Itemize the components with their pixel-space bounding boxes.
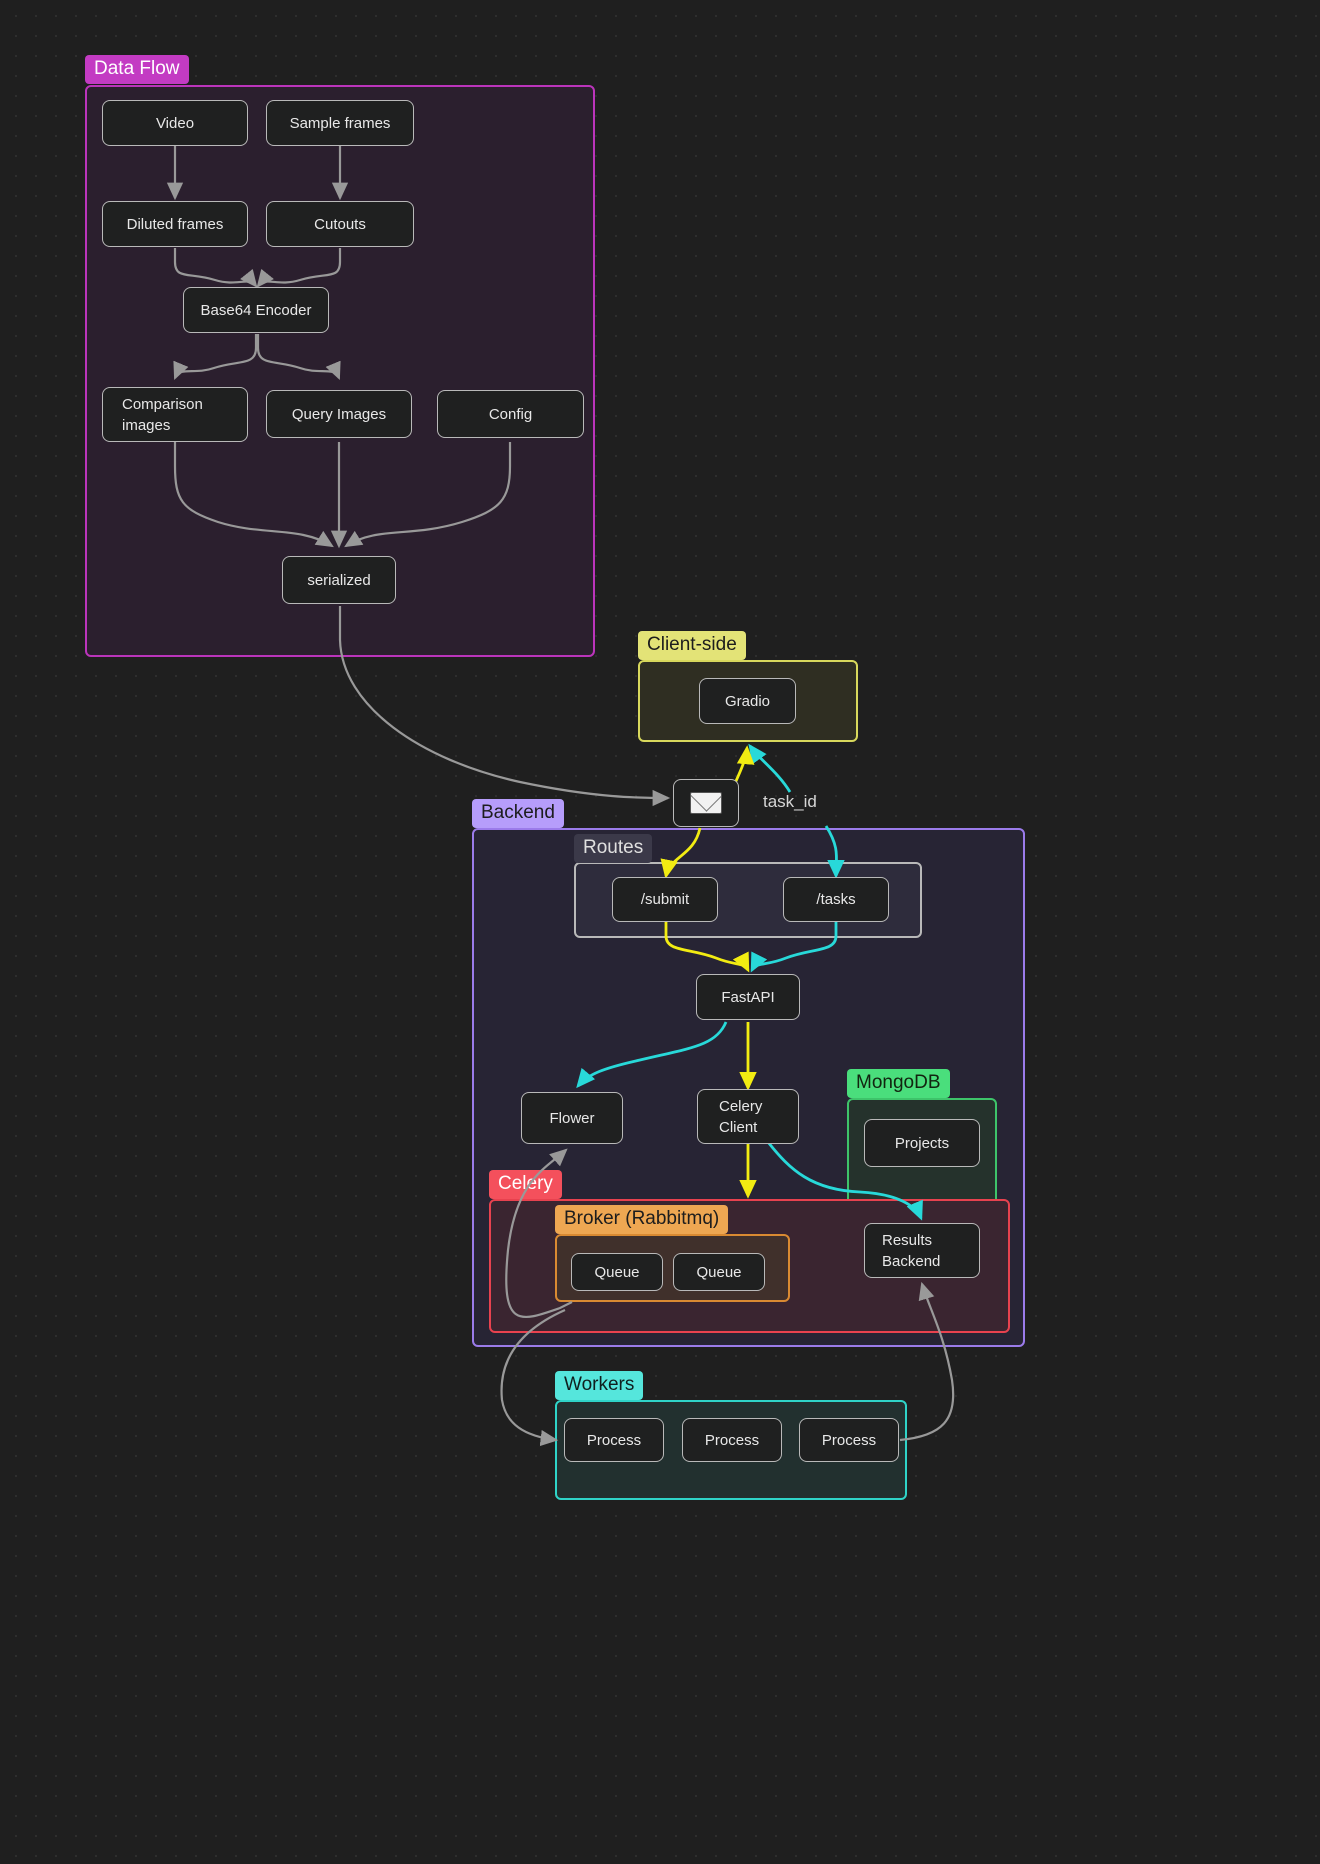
node-sample-frames[interactable]: Sample frames [266, 100, 414, 146]
node-projects[interactable]: Projects [864, 1119, 980, 1167]
cluster-label-mongodb: MongoDB [847, 1069, 950, 1098]
cluster-label-routes: Routes [574, 834, 653, 863]
node-label: FastAPI [721, 988, 775, 1006]
node-label-line1: Results [882, 1231, 933, 1249]
node-diluted-frames[interactable]: Diluted frames [102, 201, 248, 247]
cluster-label-celery: Celery [489, 1170, 562, 1199]
node-base64-encoder[interactable]: Base64 Encoder [183, 287, 329, 333]
node-label: Process [586, 1431, 642, 1449]
node-label: Diluted frames [126, 215, 224, 233]
node-label: /submit [640, 891, 690, 908]
node-label: Query Images [291, 405, 387, 423]
node-route-tasks[interactable]: /tasks [783, 877, 889, 922]
node-query-images[interactable]: Query Images [266, 390, 412, 438]
node-label: Projects [894, 1134, 950, 1152]
node-celery-client[interactable]: Celery Client [697, 1089, 799, 1144]
node-label: Queue [594, 1263, 640, 1281]
edge-label-task-id: task_id [763, 792, 817, 811]
node-gradio[interactable]: Gradio [699, 678, 796, 724]
cluster-label-backend: Backend [472, 799, 564, 828]
node-label: Sample frames [289, 114, 391, 132]
node-label-line2: images [122, 416, 171, 434]
node-label: Queue [696, 1263, 742, 1281]
node-results-backend[interactable]: Results Backend [864, 1223, 980, 1278]
cluster-label-workers: Workers [555, 1371, 644, 1400]
node-route-submit[interactable]: /submit [612, 877, 718, 922]
node-label: /tasks [816, 891, 856, 908]
cluster-label-broker: Broker (Rabbitmq) [555, 1205, 729, 1234]
cluster-label-client-side: Client-side [638, 631, 746, 660]
node-label-line1: Comparison [122, 395, 203, 413]
node-queue-2[interactable]: Queue [673, 1253, 765, 1291]
node-label: serialized [307, 571, 371, 589]
node-config[interactable]: Config [437, 390, 584, 438]
cluster-label-data-flow: Data Flow [85, 55, 189, 84]
node-comparison-images[interactable]: Comparison images [102, 387, 248, 442]
node-process-3[interactable]: Process [799, 1418, 899, 1462]
node-process-2[interactable]: Process [682, 1418, 782, 1462]
node-queue-1[interactable]: Queue [571, 1253, 663, 1291]
diagram-canvas: Data Flow Client-side Backend Routes Mon… [0, 0, 1320, 1864]
node-label: Cutouts [314, 215, 366, 233]
node-fastapi[interactable]: FastAPI [696, 974, 800, 1020]
node-label: Process [821, 1431, 877, 1449]
node-video[interactable]: Video [102, 100, 248, 146]
node-label: Gradio [724, 692, 771, 710]
envelope-icon [690, 792, 722, 814]
node-label-line1: Celery [719, 1097, 763, 1115]
node-label-line2: Backend [882, 1252, 941, 1270]
node-label: Process [704, 1431, 760, 1449]
node-label-line2: Client [719, 1118, 758, 1136]
node-process-1[interactable]: Process [564, 1418, 664, 1462]
node-request[interactable] [673, 779, 739, 827]
node-serialized[interactable]: serialized [282, 556, 396, 604]
node-label: Config [488, 405, 533, 423]
node-label: Base64 Encoder [200, 301, 312, 319]
node-label: Flower [549, 1109, 595, 1127]
node-cutouts[interactable]: Cutouts [266, 201, 414, 247]
node-flower[interactable]: Flower [521, 1092, 623, 1144]
node-label: Video [155, 114, 195, 132]
